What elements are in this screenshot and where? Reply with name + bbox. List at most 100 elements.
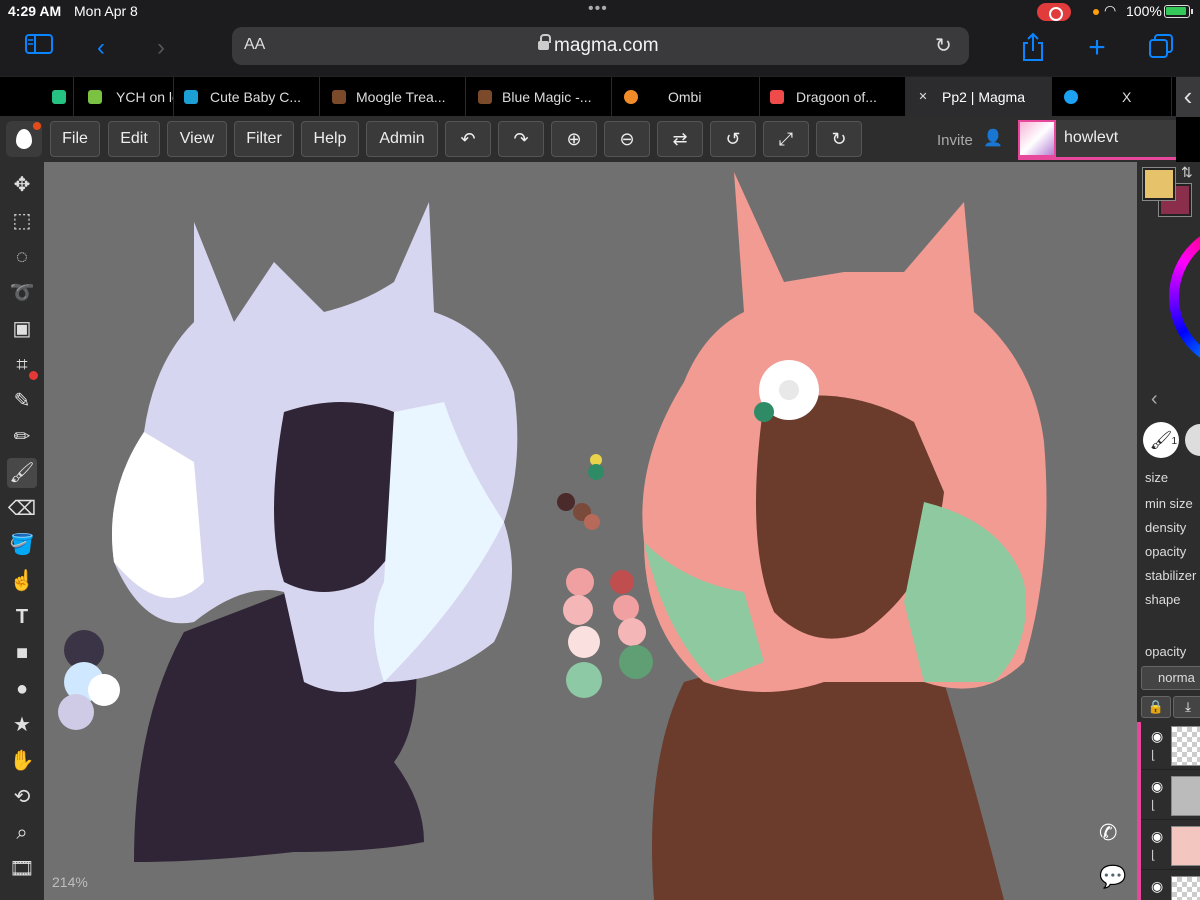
shape-tool-icon[interactable]: ★: [7, 710, 37, 740]
tab-label: Dragoon of...: [796, 89, 877, 105]
ellipse-select-tool-icon[interactable]: ◌: [7, 242, 37, 272]
eraser-tool-icon[interactable]: ⌫: [7, 494, 37, 524]
add-user-icon[interactable]: 👤: [983, 128, 1003, 148]
filmstrip-icon[interactable]: 🎞: [7, 854, 37, 884]
layer-item[interactable]: ◉ ⌊: [1141, 772, 1200, 820]
zoom-indicator[interactable]: 214%: [52, 874, 88, 890]
brush-tool-icon[interactable]: 🖌: [7, 458, 37, 488]
close-tab-icon[interactable]: ✕: [916, 90, 930, 104]
smudge-tool-icon[interactable]: ☝: [7, 566, 37, 596]
ellipse-tool-icon[interactable]: ●: [7, 674, 37, 704]
chat-icon[interactable]: 💬: [1099, 864, 1126, 890]
eye-icon[interactable]: ◉: [1151, 728, 1163, 745]
address-bar[interactable]: AA magma.com ↻: [232, 27, 969, 65]
eye-icon[interactable]: ◉: [1151, 778, 1163, 795]
color-palette-dots: [557, 454, 653, 698]
phone-icon[interactable]: ✆: [1099, 820, 1117, 846]
menu-admin[interactable]: Admin: [366, 121, 438, 157]
eye-icon[interactable]: ◉: [1151, 828, 1163, 845]
clip-icon[interactable]: ⌊: [1151, 848, 1156, 862]
zoom-out-icon[interactable]: ⊖: [604, 121, 650, 157]
brush-preset-next[interactable]: [1185, 424, 1200, 456]
tab-5[interactable]: Ombi: [612, 77, 760, 117]
rotate-view-tool-icon[interactable]: ⟲: [7, 782, 37, 812]
menu-help[interactable]: Help: [301, 121, 359, 157]
layers-list: ◉ ⌊ ◉ ⌊ ◉ ⌊ ◉: [1137, 722, 1200, 900]
url-text[interactable]: magma.com: [554, 35, 659, 57]
menu-filter[interactable]: Filter: [234, 121, 294, 157]
paint-bucket-tool-icon[interactable]: 🪣: [7, 530, 37, 560]
tab-label: Pp2 | Magma: [942, 89, 1026, 105]
fullscreen-icon[interactable]: ⤢: [763, 121, 809, 157]
blend-mode-select[interactable]: norma: [1141, 666, 1200, 690]
properties-panel: ⇅ ‹ 🖌 1 size min size density opacity sta…: [1137, 162, 1200, 900]
text-tool-icon[interactable]: T: [7, 602, 37, 632]
crop-tool-icon[interactable]: ⌗: [7, 350, 38, 380]
tab-2[interactable]: Cute Baby C...: [174, 77, 320, 117]
layer-item[interactable]: ◉ ⌊: [1141, 822, 1200, 870]
rotate-left-icon[interactable]: ↺: [710, 121, 756, 157]
back-icon[interactable]: ‹: [88, 32, 114, 64]
primary-color-swatch[interactable]: [1142, 167, 1176, 201]
chevron-left-icon[interactable]: ‹: [1151, 388, 1158, 411]
screen-recording-icon[interactable]: [1037, 3, 1071, 21]
menu-file[interactable]: File: [50, 121, 100, 157]
layer-thumbnail: [1171, 876, 1200, 900]
crop-badge-icon: [29, 371, 38, 380]
brush-preset-button[interactable]: 🖌 1: [1143, 422, 1179, 458]
tab-0[interactable]: [40, 77, 74, 117]
forward-icon[interactable]: ›: [148, 32, 174, 64]
avatar[interactable]: [1018, 120, 1056, 157]
flip-horizontal-icon[interactable]: ⇄: [657, 121, 703, 157]
layer-thumbnail: [1171, 776, 1200, 816]
rectangle-tool-icon[interactable]: ■: [7, 638, 37, 668]
tools-panel: ✥ ⬚ ◌ ➰ ▣ ⌗ ✎ ✏ 🖌 ⌫ 🪣 ☝ T ■ ● ★ ✋ ⟲ ⌕ 🎞: [0, 162, 44, 900]
share-icon[interactable]: [1018, 32, 1048, 64]
invite-label[interactable]: Invite: [937, 132, 973, 149]
rect-select-tool-icon[interactable]: ⬚: [7, 206, 37, 236]
move-tool-icon[interactable]: ✥: [7, 170, 37, 200]
zoom-tool-icon[interactable]: ⌕: [7, 818, 37, 848]
new-tab-icon[interactable]: +: [1082, 32, 1112, 64]
tab-7-active[interactable]: ✕ Pp2 | Magma: [906, 77, 1052, 117]
tab-4[interactable]: Blue Magic -...: [466, 77, 612, 117]
rotate-right-icon[interactable]: ↻: [816, 121, 862, 157]
wifi-icon: ◠: [1104, 2, 1117, 18]
tab-1[interactable]: YCH on le: [74, 77, 174, 117]
lasso-tool-icon[interactable]: ➰: [7, 278, 37, 308]
menu-view[interactable]: View: [167, 121, 227, 157]
tabs-overview-icon[interactable]: [1146, 32, 1176, 64]
menu-edit[interactable]: Edit: [108, 121, 160, 157]
side-panel-handle-icon[interactable]: ‹: [1176, 77, 1200, 117]
text-size-button[interactable]: AA: [244, 36, 265, 54]
color-wheel[interactable]: [1169, 222, 1200, 372]
user-badge[interactable]: howlevt: [1018, 120, 1176, 160]
undo-icon[interactable]: ↶: [445, 121, 491, 157]
status-date: Mon Apr 8: [74, 3, 138, 19]
lock-layer-icon[interactable]: 🔒: [1141, 696, 1171, 718]
tab-8[interactable]: X: [1052, 77, 1172, 117]
redo-icon[interactable]: ↷: [498, 121, 544, 157]
zoom-in-icon[interactable]: ⊕: [551, 121, 597, 157]
layer-item[interactable]: ◉ ⌊: [1141, 722, 1200, 770]
drawing-canvas[interactable]: 214% ✆ 💬: [44, 162, 1137, 900]
transform-tool-icon[interactable]: ▣: [7, 314, 37, 344]
magma-logo-icon[interactable]: [6, 121, 42, 157]
sidebar-icon[interactable]: [22, 32, 56, 64]
merge-down-icon[interactable]: ⤓: [1173, 696, 1200, 718]
reload-icon[interactable]: ↻: [935, 33, 952, 58]
clip-icon[interactable]: ⌊: [1151, 748, 1156, 762]
tab-label: Cute Baby C...: [210, 89, 302, 105]
clip-icon[interactable]: ⌊: [1151, 798, 1156, 812]
eyedropper-tool-icon[interactable]: ✎: [7, 386, 37, 416]
tab-3[interactable]: Moogle Trea...: [320, 77, 466, 117]
swap-colors-icon[interactable]: ⇅: [1181, 164, 1193, 181]
multitasking-dots-icon[interactable]: •••: [588, 0, 608, 18]
pencil-tool-icon[interactable]: ✏: [7, 422, 37, 452]
tab-6[interactable]: Dragoon of...: [760, 77, 906, 117]
hand-tool-icon[interactable]: ✋: [7, 746, 37, 776]
eye-icon[interactable]: ◉: [1151, 878, 1163, 895]
lock-icon: [538, 34, 551, 51]
battery-icon: [1164, 5, 1193, 18]
layer-item[interactable]: ◉: [1141, 872, 1200, 900]
